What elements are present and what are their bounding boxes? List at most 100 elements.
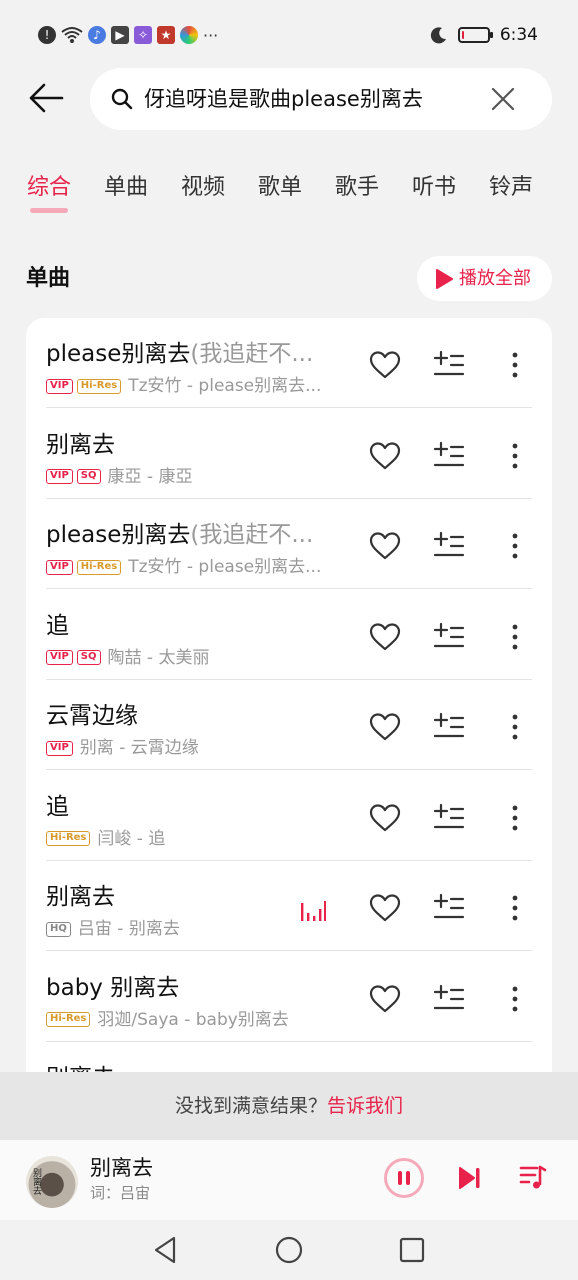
more-vertical-icon[interactable] — [498, 710, 532, 744]
album-cover[interactable]: 别离去 — [26, 1156, 78, 1208]
song-row[interactable]: 追 Hi-Res 闫峻 - 追 — [26, 771, 552, 861]
status-time: 6:34 — [499, 25, 538, 45]
song-list: please别离去(我追赶不... VIP Hi-Res Tz安竹 - please别… — [26, 318, 552, 1098]
song-artist: Tz安竹 - please别离去... — [128, 376, 322, 396]
heart-icon[interactable] — [368, 891, 402, 925]
song-meta: VIP 别离 - 云霄边缘 — [46, 736, 336, 760]
status-icons-right: 6:34 — [430, 22, 538, 48]
feedback-bar: 没找到满意结果？告诉我们 — [0, 1072, 578, 1140]
add-to-queue-icon[interactable] — [432, 710, 466, 744]
song-title: please别离去(我追赶不... — [46, 519, 336, 551]
now-playing-subtitle: 词：吕宙 — [90, 1184, 151, 1202]
song-title: please别离去(我追赶不... — [46, 338, 336, 370]
song-title-text: 云霄边缘 — [46, 703, 138, 729]
play-icon — [436, 269, 453, 289]
play-all-label: 播放全部 — [459, 268, 531, 289]
song-row[interactable]: 别离去 HQ 吕宙 - 别离去 — [26, 861, 552, 951]
pause-button[interactable] — [384, 1158, 424, 1198]
more-vertical-icon[interactable] — [498, 620, 532, 654]
video-icon: ▶ — [111, 26, 129, 44]
heart-icon[interactable] — [368, 801, 402, 835]
tab-artists[interactable]: 歌手 — [335, 170, 379, 210]
tab-ringtones[interactable]: 铃声 — [489, 170, 533, 210]
song-title-extra: (我追赶不... — [190, 341, 314, 367]
more-vertical-icon[interactable] — [498, 982, 532, 1016]
album-cover-text: 别离去 — [31, 1168, 41, 1195]
tab-playlists[interactable]: 歌单 — [258, 170, 302, 210]
song-meta: HQ 吕宙 - 别离去 — [46, 917, 336, 941]
quality-badge: VIP — [46, 740, 73, 756]
song-title-text: 别离去 — [46, 884, 115, 910]
song-title-text: 追 — [46, 793, 69, 820]
system-nav-bar — [0, 1220, 578, 1280]
more-vertical-icon[interactable] — [498, 439, 532, 473]
quality-badge: SQ — [76, 650, 101, 665]
search-box[interactable]: 伢追呀追是歌曲please别离去 — [90, 68, 552, 130]
song-meta: VIP SQ 陶喆 - 太美丽 — [46, 646, 336, 670]
quality-badge: Hi-Res — [46, 831, 91, 846]
now-playing-bars-icon — [300, 899, 326, 921]
active-tab-indicator — [30, 208, 68, 213]
battery-icon — [457, 27, 493, 43]
heart-icon[interactable] — [368, 439, 402, 473]
search-icon — [111, 88, 133, 110]
song-row[interactable]: please别离去(我追赶不... VIP Hi-Res Tz安竹 - please别… — [26, 499, 552, 589]
more-vertical-icon[interactable] — [498, 529, 532, 563]
nav-back-icon[interactable] — [150, 1234, 182, 1266]
song-title-text: please别离去 — [46, 341, 191, 367]
song-artist: 康亞 - 康亞 — [107, 466, 193, 487]
more-vertical-icon[interactable] — [498, 348, 532, 382]
song-title-extra: (我追赶不... — [190, 522, 314, 548]
song-artist: 闫峻 - 追 — [97, 828, 166, 849]
heart-icon[interactable] — [368, 620, 402, 654]
more-vertical-icon[interactable] — [498, 801, 532, 835]
song-meta: VIP SQ 康亞 - 康亞 — [46, 465, 336, 489]
heart-icon[interactable] — [368, 348, 402, 382]
song-row[interactable]: baby 别离去 Hi-Res 羽迦/Saya - baby别离去 — [26, 952, 552, 1042]
add-to-queue-icon[interactable] — [432, 891, 466, 925]
heart-icon[interactable] — [368, 710, 402, 744]
search-input[interactable]: 伢追呀追是歌曲please别离去 — [144, 85, 474, 113]
song-row[interactable]: 别离去 VIP SQ 康亞 - 康亞 — [26, 409, 552, 499]
song-title: 别离去 — [46, 881, 336, 913]
add-to-queue-icon[interactable] — [432, 529, 466, 563]
nav-recents-icon[interactable] — [396, 1234, 428, 1266]
more-notifications-icon: ··· — [203, 25, 219, 45]
mini-player[interactable]: 别离去 别离去 词：吕宙 — [0, 1140, 578, 1220]
playlist-icon[interactable] — [518, 1162, 548, 1192]
status-bar: ! ♪ ▶ ✧ ★ ··· 6:34 — [0, 0, 578, 68]
tab-audiobooks[interactable]: 听书 — [412, 170, 456, 210]
arrow-left-icon — [29, 83, 64, 113]
add-to-queue-icon[interactable] — [432, 348, 466, 382]
tab-comprehensive[interactable]: 综合 — [27, 170, 71, 210]
song-title-text: please别离去 — [46, 522, 191, 548]
app-icon-1: ✧ — [134, 26, 152, 44]
add-to-queue-icon[interactable] — [432, 439, 466, 473]
back-button[interactable] — [26, 78, 66, 118]
add-to-queue-icon[interactable] — [432, 982, 466, 1016]
status-icons-left: ! ♪ ▶ ✧ ★ ··· — [38, 22, 218, 48]
nav-home-icon[interactable] — [273, 1234, 305, 1266]
quality-badge: Hi-Res — [76, 378, 122, 394]
heart-icon[interactable] — [368, 982, 402, 1016]
play-all-button[interactable]: 播放全部 — [417, 256, 552, 301]
moon-icon — [430, 27, 446, 44]
quality-badge: Hi-Res — [46, 1012, 91, 1027]
add-to-queue-icon[interactable] — [432, 620, 466, 654]
feedback-link[interactable]: 告诉我们 — [327, 1095, 403, 1117]
song-meta: VIP Hi-Res Tz安竹 - please别离去... — [46, 555, 336, 579]
skip-next-icon[interactable] — [455, 1164, 483, 1192]
song-row[interactable]: 追 VIP SQ 陶喆 - 太美丽 — [26, 590, 552, 680]
heart-icon[interactable] — [368, 529, 402, 563]
more-vertical-icon[interactable] — [498, 891, 532, 925]
tab-songs[interactable]: 单曲 — [104, 170, 148, 210]
song-row[interactable]: 云霄边缘 VIP 别离 - 云霄边缘 — [26, 680, 552, 770]
add-to-queue-icon[interactable] — [432, 801, 466, 835]
close-icon[interactable] — [488, 84, 518, 114]
song-title: 别离去 — [46, 429, 336, 461]
quality-badge: VIP — [46, 469, 73, 484]
tab-videos[interactable]: 视频 — [181, 170, 225, 210]
song-title: 云霄边缘 — [46, 700, 336, 732]
song-artist: 吕宙 - 别离去 — [77, 919, 180, 939]
song-row[interactable]: please别离去(我追赶不... VIP Hi-Res Tz安竹 - please别… — [26, 318, 552, 408]
